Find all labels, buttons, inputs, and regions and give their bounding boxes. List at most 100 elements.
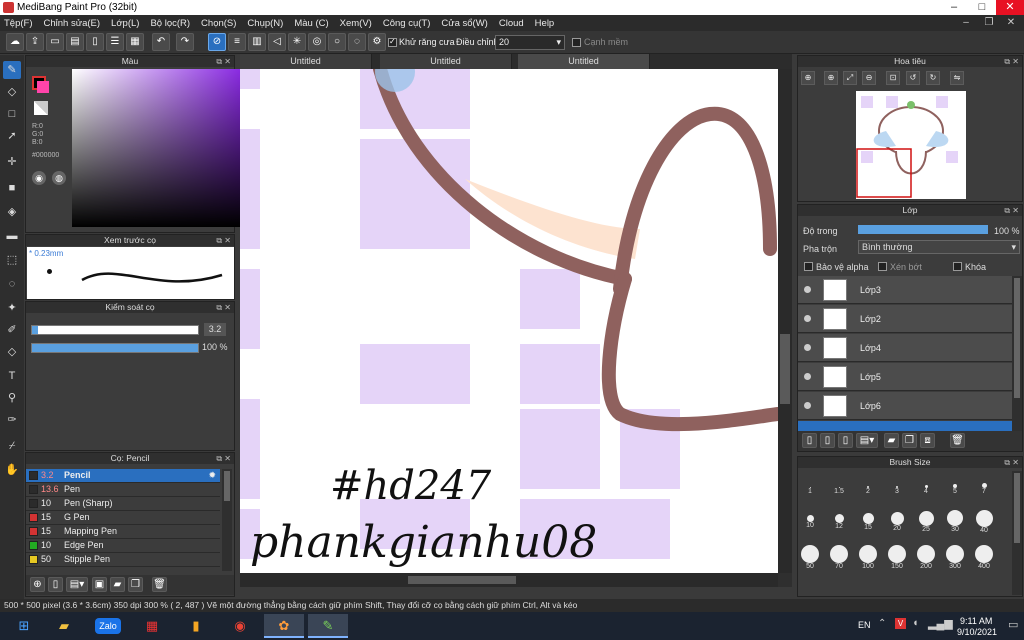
unikey-icon[interactable]: V <box>895 618 906 629</box>
zoom-in-step-icon[interactable]: ⊕ <box>824 71 838 85</box>
menu-filter[interactable]: Bộ lọc(R) <box>150 18 190 29</box>
comment-icon[interactable]: ▭ <box>46 33 64 51</box>
pen-tool-icon[interactable]: ➚ <box>3 127 21 145</box>
brush-size-20[interactable]: 20 <box>885 509 909 532</box>
layer-row-4[interactable]: Lớp4 <box>798 334 1012 362</box>
tray-chevron-icon[interactable]: ⌃ <box>878 618 886 629</box>
snap-settings-icon[interactable]: ⚙ <box>368 33 386 51</box>
chrome-icon[interactable]: ◉ <box>220 614 260 638</box>
circle-snap-icon[interactable]: ○ <box>328 33 346 51</box>
operation-tool-icon[interactable]: ⚲ <box>3 389 21 407</box>
curve-snap-icon[interactable]: ◌ <box>348 33 366 51</box>
bucket-tool-icon[interactable]: ◈ <box>3 203 21 221</box>
brush-size-value[interactable]: 3.2 <box>204 323 226 336</box>
brush-item-mapping-pen[interactable]: 15 Mapping Pen <box>26 525 220 539</box>
secondary-color-swatch[interactable] <box>37 81 49 93</box>
document-icon[interactable]: ▯ <box>86 33 104 51</box>
color-history-icon[interactable]: ◍ <box>52 171 66 185</box>
eye-icon[interactable] <box>804 402 811 409</box>
menu-window[interactable]: Cửa sổ(W) <box>441 18 487 29</box>
brush-settings-icon[interactable]: ▣ <box>92 577 107 592</box>
brush-item-stipple-pen[interactable]: 50 Stipple Pen <box>26 553 220 567</box>
brush-list-scrollbar[interactable] <box>222 469 232 571</box>
undo-icon[interactable]: ↶ <box>152 33 170 51</box>
zalo-icon[interactable]: Zalo <box>88 614 128 638</box>
brush-item-pencil[interactable]: 3.2 Pencil ✹ <box>26 469 220 483</box>
protect-alpha-checkbox[interactable] <box>804 262 813 271</box>
brush-size-50[interactable]: 50 <box>798 545 822 570</box>
layer-row-2[interactable]: Lớp2 <box>798 305 1012 333</box>
eyedropper-tool-icon[interactable]: ⌿ <box>3 437 21 455</box>
brush-size-3[interactable]: 3 <box>885 475 909 495</box>
lock-checkbox[interactable] <box>953 262 962 271</box>
brush-size-10[interactable]: 10 <box>798 509 822 529</box>
panel-close-icon[interactable]: ⧉ ✕ <box>216 453 231 464</box>
windows-start-icon[interactable]: ⊞ <box>4 614 44 638</box>
medibang-app-icon[interactable]: ✎ <box>308 614 348 638</box>
menu-snap[interactable]: Chụp(N) <box>247 18 283 29</box>
layer-opacity-slider[interactable] <box>858 225 988 234</box>
menu-select[interactable]: Chọn(S) <box>201 18 236 29</box>
doc-close-icon[interactable]: ✕ <box>1000 15 1022 31</box>
brush-item-edge-pen[interactable]: 10 Edge Pen <box>26 539 220 553</box>
brush-opacity-slider[interactable] <box>31 343 199 353</box>
layer-row-6[interactable]: Lớp6 <box>798 392 1012 420</box>
brush-size-12[interactable]: 12 <box>827 509 851 530</box>
trash-icon[interactable]: 🗑 <box>152 577 167 592</box>
concentric-snap-icon[interactable]: ◎ <box>308 33 326 51</box>
brush-tool-icon[interactable]: ✎ <box>3 61 21 79</box>
share-icon[interactable]: ⇪ <box>26 33 44 51</box>
photos-app-icon[interactable]: ✿ <box>264 614 304 638</box>
brush-size-1[interactable]: 1 <box>798 475 822 495</box>
hand-tool-icon[interactable]: ✋ <box>3 461 21 479</box>
panel-close-icon[interactable]: ⧉ ✕ <box>1004 205 1019 216</box>
select-pen-tool-icon[interactable]: ✐ <box>3 321 21 339</box>
doc-minimize-icon[interactable]: – <box>955 15 977 31</box>
flip-icon[interactable]: ⇋ <box>950 71 964 85</box>
language-indicator[interactable]: EN <box>858 620 871 630</box>
eye-icon[interactable] <box>804 315 811 322</box>
menu-cloud[interactable]: Cloud <box>499 18 524 29</box>
panel-close-icon[interactable]: ⧉ ✕ <box>1004 56 1019 67</box>
eye-icon[interactable] <box>804 286 811 293</box>
divide-tool-icon[interactable]: ✑ <box>3 411 21 429</box>
clipping-checkbox[interactable] <box>878 262 887 271</box>
panel-close-icon[interactable]: ⧉ ✕ <box>216 235 231 246</box>
brush-size-4[interactable]: 4 <box>914 475 938 495</box>
text-tool-icon[interactable]: T <box>3 367 21 385</box>
volume-icon[interactable]: ◖ <box>912 617 919 629</box>
saturation-value-picker[interactable] <box>72 69 240 227</box>
new-color-layer-icon[interactable]: ▯ <box>838 433 853 448</box>
brush-size-40[interactable]: 40 <box>972 509 996 534</box>
doc-restore-icon[interactable]: ❐ <box>978 15 1000 31</box>
duplicate-icon[interactable]: ❐ <box>128 577 143 592</box>
menu-tools[interactable]: Công cụ(T) <box>383 18 431 29</box>
add-brush-icon[interactable]: ⊕ <box>30 577 45 592</box>
tab-untitled-1[interactable]: Untitled <box>240 54 372 69</box>
eraser-tool-icon[interactable]: ◇ <box>3 83 21 101</box>
select-tool-icon[interactable]: ⬚ <box>3 251 21 269</box>
notifications-icon[interactable]: ▭ <box>1008 618 1018 631</box>
brush-size-200[interactable]: 200 <box>914 545 938 570</box>
dot-tool-icon[interactable]: □ <box>3 105 21 123</box>
layer-row-5[interactable]: Lớp5 <box>798 363 1012 391</box>
lasso-tool-icon[interactable]: ◌ <box>3 275 21 293</box>
layer-folder-icon[interactable]: ▰ <box>884 433 899 448</box>
minimize-button[interactable]: – <box>940 0 968 15</box>
snap-off-icon[interactable]: ⊘ <box>208 33 226 51</box>
fill-rect-tool-icon[interactable]: ■ <box>3 179 21 197</box>
new-halftone-layer-icon[interactable]: ▯ <box>820 433 835 448</box>
panel-close-icon[interactable]: ⧉ ✕ <box>1004 457 1019 468</box>
magic-wand-tool-icon[interactable]: ✦ <box>3 299 21 317</box>
perspective-snap-icon[interactable]: ◁ <box>268 33 286 51</box>
brush-size-5[interactable]: 5 <box>943 475 967 495</box>
fit-icon[interactable]: ⤢ <box>843 71 857 85</box>
merge-layer-icon[interactable]: ⧈ <box>920 433 935 448</box>
canvas-horizontal-scrollbar[interactable] <box>240 573 778 587</box>
select-eraser-tool-icon[interactable]: ◇ <box>3 343 21 361</box>
antialias-checkbox[interactable] <box>388 37 397 47</box>
brush-size-300[interactable]: 300 <box>943 545 967 570</box>
transparent-color-swatch[interactable] <box>34 101 48 115</box>
menu-view[interactable]: Xem(V) <box>340 18 372 29</box>
duplicate-layer-icon[interactable]: ❐ <box>902 433 917 448</box>
